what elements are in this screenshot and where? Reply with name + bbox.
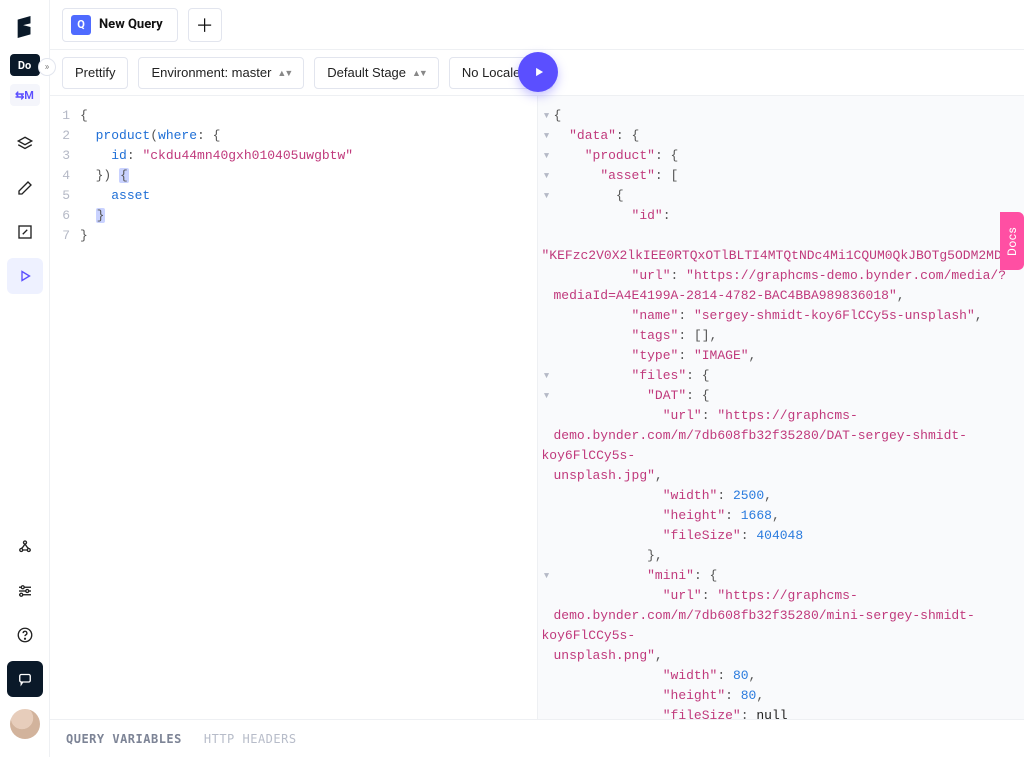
locale-label: No Locale	[462, 65, 521, 80]
tab-add[interactable]: ＋	[188, 8, 222, 42]
user-avatar[interactable]	[10, 709, 40, 739]
stage-label: Default Stage	[327, 65, 406, 80]
asset-edit-icon[interactable]	[7, 214, 43, 250]
run-query-button[interactable]	[518, 52, 558, 92]
edit-icon[interactable]	[7, 170, 43, 206]
bottom-tabs: QUERY VARIABLES HTTP HEADERS	[50, 719, 1024, 757]
prettify-label: Prettify	[75, 65, 115, 80]
playground-icon[interactable]	[7, 258, 43, 294]
sidebar-pill-do[interactable]: Do	[10, 54, 40, 76]
environment-select[interactable]: Environment: master ▲▼	[138, 57, 304, 89]
layers-icon[interactable]	[7, 126, 43, 162]
brand-logo	[14, 14, 36, 40]
sidebar: Do » ⇆M	[0, 0, 50, 757]
settings-sliders-icon[interactable]	[7, 573, 43, 609]
tab-badge: Q	[71, 15, 91, 35]
docs-tab[interactable]: Docs	[1000, 212, 1024, 270]
tab-bar: Q New Query ＋	[50, 0, 1024, 50]
footer-tab-variables[interactable]: QUERY VARIABLES	[66, 732, 182, 746]
prettify-button[interactable]: Prettify	[62, 57, 128, 89]
split-panes: 1{2 product(where: {3 id: "ckdu44mn40gxh…	[50, 96, 1024, 719]
toolbar: Prettify Environment: master ▲▼ Default …	[50, 50, 1024, 96]
caret-icon: ▲▼	[412, 68, 426, 78]
chat-icon[interactable]	[7, 661, 43, 697]
footer-tab-headers[interactable]: HTTP HEADERS	[204, 732, 297, 746]
plus-icon: ＋	[196, 12, 214, 38]
caret-icon: ▲▼	[277, 68, 291, 78]
query-editor[interactable]: 1{2 product(where: {3 id: "ckdu44mn40gxh…	[50, 96, 538, 719]
tab-active[interactable]: Q New Query	[62, 8, 178, 42]
stage-select[interactable]: Default Stage ▲▼	[314, 57, 439, 89]
environment-label: Environment: master	[151, 65, 271, 80]
response-viewer[interactable]: ▾{▾ "data": {▾ "product": {▾ "asset": [▾…	[538, 96, 1024, 719]
main-area: Q New Query ＋ Prettify Environment: mast…	[50, 0, 1024, 757]
help-icon[interactable]	[7, 617, 43, 653]
play-icon	[532, 65, 546, 79]
webhook-icon[interactable]	[7, 529, 43, 565]
tab-label: New Query	[99, 17, 163, 32]
sidebar-pill-cm[interactable]: ⇆M	[10, 84, 40, 106]
